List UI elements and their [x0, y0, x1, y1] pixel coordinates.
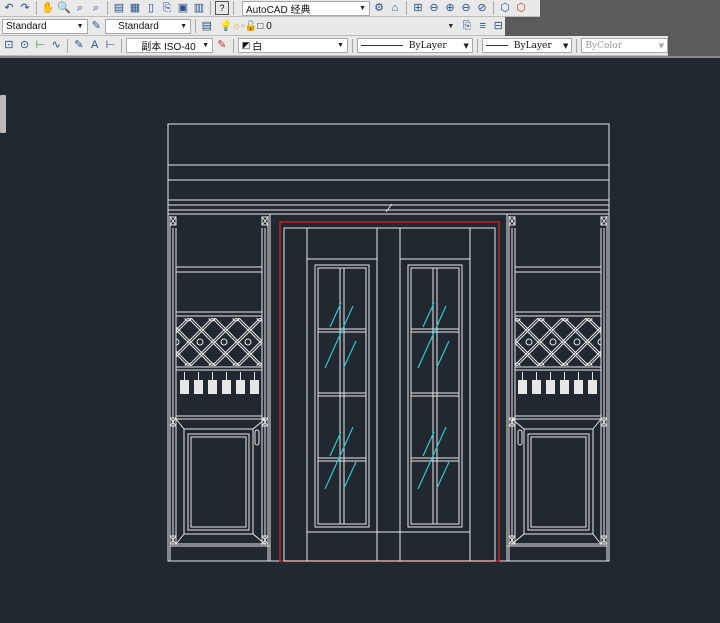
layer-states-icon[interactable]: ⊟ — [491, 19, 505, 33]
right-glass-door — [399, 258, 471, 533]
scroll-handle[interactable] — [0, 95, 6, 133]
color-swatch-icon: □ — [257, 20, 264, 32]
undo-icon[interactable]: ↶ — [2, 1, 16, 15]
cabinet-elevation-drawing — [0, 123, 720, 562]
dim-style-dropdown[interactable]: 副本 ISO-40 ▼ — [126, 38, 213, 53]
dim-center-icon[interactable]: ⊙ — [18, 39, 32, 53]
dim-style-icon[interactable]: ✎ — [215, 39, 229, 53]
layer-dropdown[interactable]: 💡 ☼ ▫ 🔓 □ 0 ▼ — [215, 18, 459, 34]
help-icon[interactable]: ? — [215, 1, 229, 15]
plot-style-dropdown[interactable]: ByColor ▼ — [581, 38, 668, 53]
dim-jog-icon[interactable]: ∿ — [49, 39, 63, 53]
ucs-add-icon[interactable]: ⊕ — [443, 1, 457, 15]
text-style-dropdown[interactable]: Standard ▼ — [2, 18, 88, 34]
linetype-dropdown[interactable]: ByLayer ▼ — [356, 38, 473, 53]
pan-icon[interactable]: ✋ — [41, 1, 55, 15]
dim-edit-icon[interactable]: ✎ — [72, 39, 86, 53]
layer-previous-icon[interactable]: ≡ — [476, 19, 490, 33]
view2-icon[interactable]: ⬡ — [514, 1, 528, 15]
color-swatch-icon: ◩ — [241, 40, 251, 50]
workspace-save-icon[interactable]: ⌂ — [388, 1, 402, 15]
dim-linear-icon[interactable]: ⊡ — [2, 39, 16, 53]
drawing-canvas[interactable] — [0, 58, 720, 620]
text-style-icon[interactable]: ✎ — [90, 19, 104, 33]
standard-toolbar: ↶ ↷ ✋ 🔍 ⌕ ⌕ ▤ ▦ ▯ ⎘ ▣ ▥ ? AutoCAD 经典 ▼ ⚙ … — [0, 0, 540, 17]
properties-icon[interactable]: ▤ — [112, 1, 126, 15]
lineweight-dropdown[interactable]: ByLayer ▼ — [481, 38, 573, 53]
dim-update-icon[interactable]: ⊢ — [103, 39, 117, 53]
zoom-previous-icon[interactable]: ⌕ — [89, 1, 103, 15]
redo-icon[interactable]: ↷ — [18, 1, 32, 15]
left-glass-door — [306, 258, 378, 533]
viewport-icon[interactable]: ⊞ — [411, 1, 425, 15]
markup-icon[interactable]: ▣ — [176, 1, 190, 15]
ucs-remove-icon[interactable]: ⊖ — [459, 1, 473, 15]
ucs-icon[interactable]: ⊖ — [427, 1, 441, 15]
make-current-icon[interactable]: ⎘ — [460, 19, 474, 33]
unlock-icon[interactable]: 🔓 — [245, 21, 257, 32]
zoom-realtime-icon[interactable]: 🔍 — [57, 1, 71, 15]
dim-inspect-icon[interactable]: ⊢ — [34, 39, 48, 53]
styles-toolbar: Standard ▼ ✎ Standard ▼ ▤ 💡 ☼ ▫ 🔓 □ 0 ▼ ⎘ ≡ ⊟ — [0, 17, 505, 36]
bulb-icon[interactable]: 💡 — [220, 21, 232, 32]
drawing-frame — [167, 123, 610, 562]
design-center-icon[interactable]: ▦ — [128, 1, 142, 15]
sheet-set-icon[interactable]: ⎘ — [160, 1, 174, 15]
layer-manager-icon[interactable]: ▤ — [200, 19, 214, 33]
zoom-window-icon[interactable]: ⌕ — [73, 1, 87, 15]
properties-toolbar: ⊡ ⊙ ⊢ ∿ ✎ A ⊢ 副本 ISO-40 ▼ ✎ ◩ 白 ▼ ByLayer ▼ … — [0, 36, 668, 56]
calculator-icon[interactable]: ▥ — [192, 1, 206, 15]
table-style-dropdown[interactable]: Standard ▼ — [105, 18, 192, 34]
workspace-dropdown[interactable]: AutoCAD 经典 ▼ — [242, 0, 370, 16]
view-icon[interactable]: ⬡ — [498, 1, 512, 15]
orbit-icon[interactable]: ⊘ — [475, 1, 489, 15]
workspace-settings-icon[interactable]: ⚙ — [372, 1, 386, 15]
dim-text-edit-icon[interactable]: A — [88, 39, 102, 53]
tool-palettes-icon[interactable]: ▯ — [144, 1, 158, 15]
sun-icon[interactable]: ☼ — [232, 21, 241, 32]
color-dropdown[interactable]: ◩ 白 ▼ — [237, 38, 348, 53]
